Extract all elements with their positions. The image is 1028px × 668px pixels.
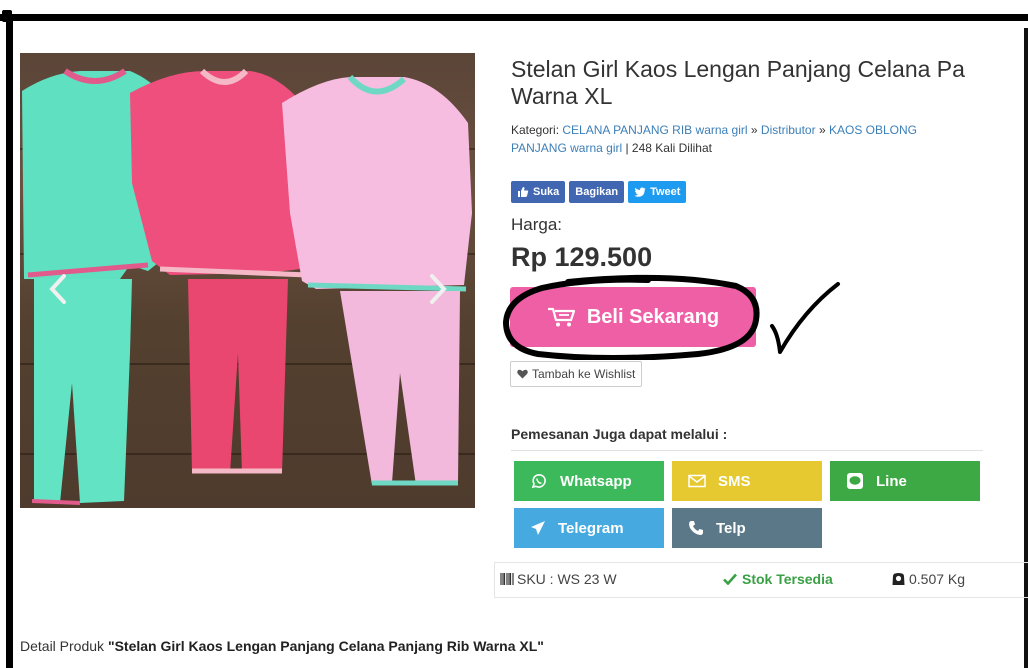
order-channels-heading: Pemesanan Juga dapat melalui : bbox=[511, 426, 728, 442]
paper-plane-icon bbox=[531, 521, 545, 535]
product-title-line2: Warna XL bbox=[511, 83, 613, 109]
sms-order-button[interactable]: SMS bbox=[672, 461, 822, 501]
like-label: Suka bbox=[533, 186, 560, 198]
product-photo bbox=[22, 68, 472, 505]
barcode-icon bbox=[500, 573, 514, 585]
chevron-right-icon bbox=[430, 274, 447, 304]
kategori-label: Kategori: bbox=[511, 123, 560, 137]
sms-label: SMS bbox=[718, 472, 751, 490]
check-icon bbox=[723, 573, 737, 585]
category-link-kaos-cont[interactable]: PANJANG warna girl bbox=[511, 141, 622, 155]
telp-label: Telp bbox=[716, 519, 746, 537]
detail-product-name: "Stelan Girl Kaos Lengan Panjang Celana … bbox=[107, 638, 544, 654]
chevron-left-icon bbox=[49, 274, 66, 304]
line-label: Line bbox=[876, 472, 907, 490]
category-link-distributor[interactable]: Distributor bbox=[761, 123, 816, 137]
weight-value: 0.507 Kg bbox=[909, 571, 966, 587]
section-divider bbox=[511, 450, 983, 451]
product-price: Rp 129.500 bbox=[511, 242, 653, 272]
gallery-next-arrow[interactable] bbox=[424, 272, 452, 306]
twitter-bird-icon bbox=[634, 187, 646, 197]
thumbs-up-icon bbox=[518, 187, 529, 197]
sku-value: SKU : WS 23 W bbox=[517, 571, 617, 587]
product-title-line1: Stelan Girl Kaos Lengan Panjang Celana P… bbox=[511, 56, 965, 82]
breadcrumb-separator: » bbox=[750, 123, 758, 137]
facebook-like-button[interactable]: Suka bbox=[511, 181, 566, 203]
tweet-label: Tweet bbox=[650, 186, 681, 198]
cart-icon bbox=[547, 307, 575, 327]
stock-label: Stok Tersedia bbox=[742, 571, 833, 587]
heart-icon bbox=[517, 369, 528, 379]
frame-corner bbox=[2, 10, 12, 22]
whatsapp-label: Whatsapp bbox=[560, 472, 632, 490]
view-count: | 248 Kali Dilihat bbox=[625, 141, 712, 155]
frame-left-border bbox=[6, 14, 13, 668]
wishlist-label: Tambah ke Wishlist bbox=[532, 367, 636, 381]
tweet-button[interactable]: Tweet bbox=[628, 181, 687, 203]
whatsapp-icon bbox=[531, 473, 546, 489]
sku-info: SKU : WS 23 W bbox=[500, 571, 617, 587]
buy-now-button[interactable]: Beli Sekarang bbox=[510, 287, 756, 347]
phone-icon bbox=[689, 521, 703, 535]
price-label: Harga: bbox=[511, 215, 563, 234]
phone-order-button[interactable]: Telp bbox=[672, 508, 822, 548]
line-chat-icon bbox=[847, 473, 863, 489]
gallery-prev-arrow[interactable] bbox=[44, 272, 72, 306]
product-info-row: SKU : WS 23 W Stok Tersedia 0.507 Kg bbox=[494, 562, 1028, 598]
detail-prefix: Detail Produk bbox=[20, 638, 105, 654]
whatsapp-order-button[interactable]: Whatsapp bbox=[514, 461, 664, 501]
weight-icon bbox=[892, 573, 905, 585]
stock-status: Stok Tersedia bbox=[723, 571, 833, 587]
buy-now-label: Beli Sekarang bbox=[586, 305, 720, 328]
share-label: Bagikan bbox=[575, 186, 619, 198]
product-image-gallery[interactable] bbox=[20, 53, 475, 508]
product-title: Stelan Girl Kaos Lengan Panjang Celana P… bbox=[511, 56, 1026, 110]
social-share-bar: Suka Bagikan Tweet bbox=[511, 181, 687, 203]
category-link-celana[interactable]: CELANA PANJANG RIB warna girl bbox=[562, 123, 747, 137]
telegram-order-button[interactable]: Telegram bbox=[514, 508, 664, 548]
telegram-label: Telegram bbox=[558, 519, 624, 537]
facebook-share-button[interactable]: Bagikan bbox=[569, 181, 625, 203]
frame-top-border bbox=[0, 14, 1028, 21]
category-link-kaos[interactable]: KAOS OBLONG bbox=[829, 123, 917, 137]
weight-info: 0.507 Kg bbox=[891, 571, 965, 587]
envelope-icon bbox=[688, 474, 706, 488]
breadcrumb-separator: » bbox=[818, 123, 826, 137]
line-order-button[interactable]: Line bbox=[830, 461, 980, 501]
product-categories: Kategori: CELANA PANJANG RIB warna girl … bbox=[511, 121, 1026, 157]
product-detail-heading: Detail Produk "Stelan Girl Kaos Lengan P… bbox=[20, 638, 544, 654]
add-to-wishlist-button[interactable]: Tambah ke Wishlist bbox=[510, 361, 643, 387]
